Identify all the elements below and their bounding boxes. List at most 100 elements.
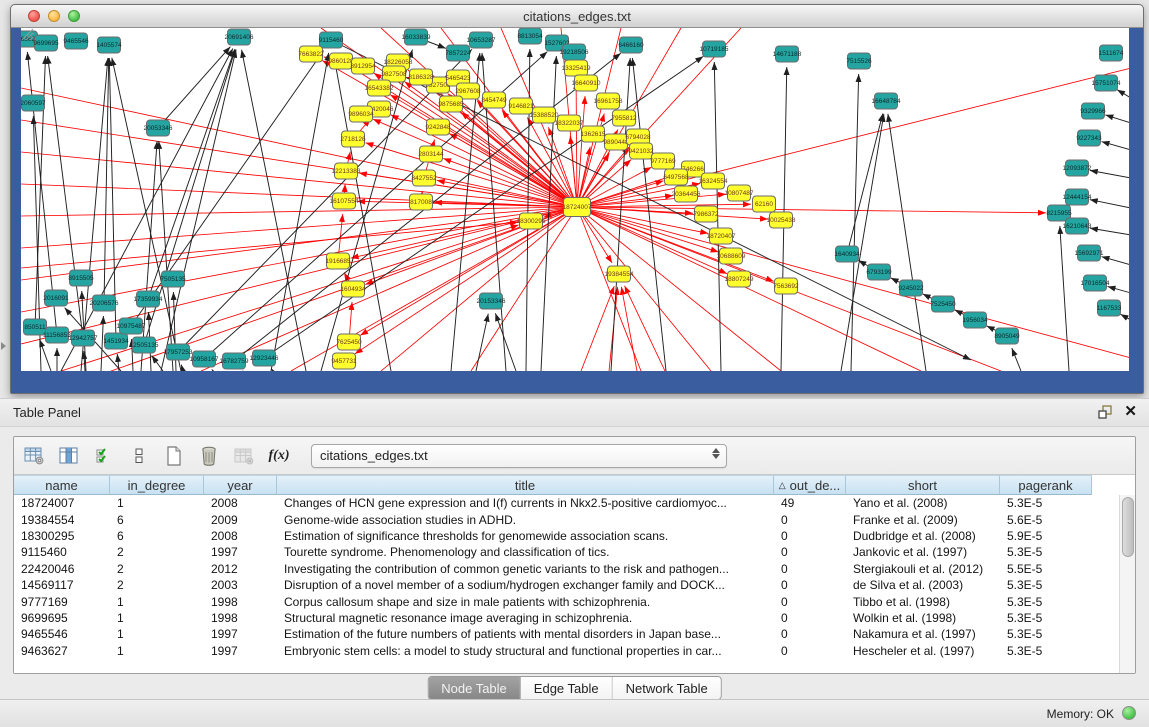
column-header-short[interactable]: short bbox=[846, 475, 1000, 495]
table-cell[interactable]: 0 bbox=[774, 595, 846, 609]
graph-node[interactable]: 18300295 bbox=[517, 213, 546, 229]
graph-node[interactable]: 10719185 bbox=[700, 41, 729, 57]
table-cell[interactable]: 22420046 bbox=[14, 562, 110, 576]
graph-node[interactable]: 13325419 bbox=[562, 60, 591, 76]
citation-edge-red[interactable] bbox=[577, 207, 711, 371]
graph-node[interactable]: 9242848 bbox=[425, 119, 451, 135]
tab-edge-table[interactable]: Edge Table bbox=[521, 677, 613, 699]
graph-node[interactable]: 18724007 bbox=[563, 198, 592, 217]
graph-node[interactable]: 7515526 bbox=[846, 53, 872, 69]
table-row[interactable]: 1872400712008Changes of HCN gene express… bbox=[14, 495, 1120, 511]
graph-node[interactable]: 16648784 bbox=[872, 93, 901, 109]
graph-node[interactable]: 15692971 bbox=[1075, 245, 1104, 261]
citation-edge-black[interactable] bbox=[888, 114, 926, 371]
table-cell[interactable]: 1997 bbox=[204, 644, 277, 658]
minimize-window-button[interactable] bbox=[48, 10, 60, 22]
citation-edge-red[interactable] bbox=[373, 119, 577, 207]
table-cell[interactable]: 2008 bbox=[204, 496, 277, 510]
table-cell[interactable]: 9463627 bbox=[14, 644, 110, 658]
scrollbar-thumb[interactable] bbox=[1122, 497, 1134, 557]
citation-edge-black[interactable] bbox=[1101, 257, 1129, 265]
table-cell[interactable]: 2 bbox=[110, 578, 204, 592]
graph-node[interactable]: 7525450 bbox=[930, 296, 956, 312]
table-cell[interactable]: 0 bbox=[774, 513, 846, 527]
table-cell[interactable]: Jankovic et al. (1997) bbox=[846, 545, 1000, 559]
graph-node[interactable]: 16210643 bbox=[1063, 218, 1092, 234]
table-cell[interactable]: Yano et al. (2008) bbox=[846, 496, 1000, 510]
select-rows-icon[interactable] bbox=[93, 445, 115, 467]
citation-edge-black[interactable] bbox=[1090, 228, 1129, 235]
citation-edge-red[interactable] bbox=[355, 207, 577, 354]
graph-node[interactable]: 9421032 bbox=[628, 143, 654, 159]
row-height-icon[interactable] bbox=[128, 445, 150, 467]
citation-edge-black[interactable] bbox=[212, 369, 213, 371]
table-cell[interactable]: Dudbridge et al. (2008) bbox=[846, 529, 1000, 543]
tab-network-table[interactable]: Network Table bbox=[613, 677, 721, 699]
graph-node[interactable]: 12213383 bbox=[332, 163, 361, 179]
citation-edge-red[interactable] bbox=[577, 68, 1129, 207]
graph-node[interactable]: 1405574 bbox=[96, 37, 122, 53]
graph-node[interactable]: 9457731 bbox=[331, 353, 357, 369]
graph-node[interactable]: 19218506 bbox=[560, 44, 589, 60]
graph-node[interactable]: 62160 bbox=[753, 196, 776, 212]
table-cell[interactable]: 5.6E-5 bbox=[1000, 513, 1092, 527]
table-cell[interactable]: Hescheler et al. (1997) bbox=[846, 644, 1000, 658]
table-cell[interactable]: Tourette syndrome. Phenomenology and cla… bbox=[277, 545, 774, 559]
graph-node[interactable]: 18720407 bbox=[707, 228, 736, 244]
table-cell[interactable]: 5.3E-5 bbox=[1000, 595, 1092, 609]
table-cell[interactable]: 9699695 bbox=[14, 611, 110, 625]
citation-edge-red[interactable] bbox=[621, 287, 637, 371]
window-titlebar[interactable]: citations_edges.txt bbox=[11, 5, 1143, 28]
graph-node[interactable]: 16961758 bbox=[594, 93, 623, 109]
graph-node[interactable]: 12093872 bbox=[1063, 160, 1092, 176]
table-cell[interactable]: Tibbo et al. (1998) bbox=[846, 595, 1000, 609]
table-cell[interactable]: 0 bbox=[774, 562, 846, 576]
table-settings-icon[interactable] bbox=[23, 445, 45, 467]
table-cell[interactable]: 0 bbox=[774, 611, 846, 625]
citation-edge-black[interactable] bbox=[158, 47, 230, 128]
graph-node[interactable]: 7625450 bbox=[336, 334, 362, 350]
tab-node-table[interactable]: Node Table bbox=[428, 677, 521, 699]
network-graph[interactable]: 9463627969969594655461405574206914069115… bbox=[21, 28, 1129, 371]
table-cell[interactable]: 1998 bbox=[204, 595, 277, 609]
table-cell[interactable]: Embryonic stem cells: a model to study s… bbox=[277, 644, 774, 658]
citation-edge-black[interactable] bbox=[159, 141, 173, 371]
graph-node[interactable]: 8454749 bbox=[481, 92, 507, 108]
citation-edge-red[interactable] bbox=[625, 286, 665, 371]
table-cell[interactable]: 0 bbox=[774, 627, 846, 641]
table-row[interactable]: 946554611997Estimation of the future num… bbox=[14, 626, 1120, 642]
citation-edge-red[interactable] bbox=[577, 207, 1046, 213]
graph-node[interactable]: 7857224 bbox=[445, 45, 471, 61]
table-cell[interactable]: 2 bbox=[110, 562, 204, 576]
table-cell[interactable]: 1 bbox=[110, 595, 204, 609]
table-row[interactable]: 946362711997Embryonic stem cells: a mode… bbox=[14, 643, 1120, 659]
table-cell[interactable]: 9115460 bbox=[14, 545, 110, 559]
table-cell[interactable]: Estimation of the future numbers of pati… bbox=[277, 627, 774, 641]
citation-edge-red[interactable] bbox=[471, 207, 577, 371]
graph-node[interactable]: 12923446 bbox=[250, 350, 279, 366]
table-cell[interactable]: 6 bbox=[110, 513, 204, 527]
graph-node[interactable]: 20153346 bbox=[477, 293, 506, 309]
column-header-pagerank[interactable]: pagerank bbox=[1000, 475, 1092, 495]
graph-node[interactable]: 10688609 bbox=[717, 248, 746, 264]
graph-node[interactable]: 9227343 bbox=[1076, 130, 1102, 146]
graph-node[interactable]: 12505135 bbox=[130, 337, 159, 353]
table-cell[interactable]: Disruption of a novel member of a sodium… bbox=[277, 578, 774, 592]
citation-edge-black[interactable] bbox=[1117, 90, 1129, 98]
citation-edge-black[interactable] bbox=[271, 369, 273, 371]
graph-node[interactable]: 2803144 bbox=[418, 146, 444, 162]
citation-edge-black[interactable] bbox=[131, 51, 324, 326]
table-cell[interactable]: Estimation of significance thresholds fo… bbox=[277, 529, 774, 543]
table-cell[interactable]: Corpus callosum shape and size in male p… bbox=[277, 595, 774, 609]
graph-node[interactable]: 10975487 bbox=[117, 318, 146, 334]
graph-node[interactable]: 10807487 bbox=[725, 185, 754, 201]
citation-edge-black[interactable] bbox=[1090, 200, 1129, 208]
graph-node[interactable]: 18322037 bbox=[555, 115, 584, 131]
graph-node[interactable]: 7563692 bbox=[773, 278, 799, 294]
graph-node[interactable]: 7505135 bbox=[160, 271, 186, 287]
graph-node[interactable]: 17957253 bbox=[164, 344, 193, 360]
column-header-title[interactable]: title bbox=[277, 475, 774, 495]
citation-edge-red[interactable] bbox=[577, 207, 781, 371]
column-header-out_de[interactable]: △out_de... bbox=[774, 475, 846, 495]
table-cell[interactable]: 1 bbox=[110, 496, 204, 510]
